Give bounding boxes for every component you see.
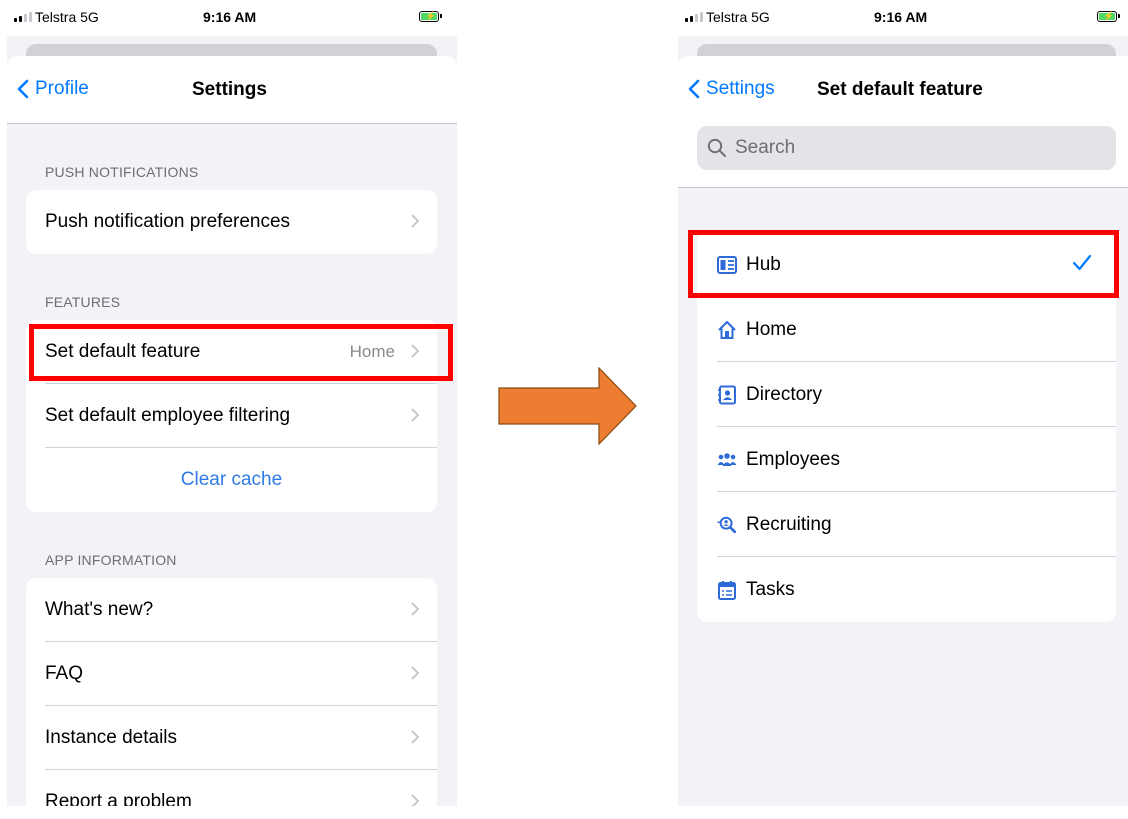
battery-icon: ⚡	[419, 11, 442, 22]
feature-label: Home	[746, 318, 797, 340]
default-feature-value: Home	[349, 342, 395, 361]
status-bar: Telstra 5G 9:16 AM ⚡	[7, 0, 457, 36]
feature-row-directory[interactable]: Directory	[697, 362, 1116, 427]
feature-row-tasks[interactable]: Tasks	[697, 557, 1116, 622]
back-button-label: Settings	[706, 78, 775, 99]
chevron-right-icon	[411, 794, 419, 806]
row-label: Push notification preferences	[45, 211, 291, 232]
tasks-icon	[717, 580, 737, 600]
push-notifications-group: Push notification preferences	[26, 190, 437, 254]
features-group: Set default feature Home Set default emp…	[26, 320, 437, 512]
set-default-feature-screen: Telstra 5G 9:16 AM ⚡ Settings Set defaul…	[678, 0, 1128, 806]
employees-icon	[717, 450, 737, 470]
chevron-right-icon	[411, 602, 419, 616]
chevron-right-icon	[411, 344, 419, 358]
set-default-feature-row[interactable]: Set default feature Home	[26, 320, 437, 384]
recruiting-icon	[717, 515, 737, 535]
feature-label: Recruiting	[746, 513, 832, 535]
feature-label: Directory	[746, 383, 823, 405]
row-label: Report a problem	[45, 791, 192, 806]
instance-details-row[interactable]: Instance details	[26, 706, 437, 770]
chevron-right-icon	[411, 730, 419, 744]
chevron-right-icon	[411, 214, 419, 228]
feature-list: Hub Home Directory Employees Recruiting …	[697, 232, 1116, 622]
faq-row[interactable]: FAQ	[26, 642, 437, 706]
directory-icon	[717, 385, 737, 405]
section-header-app-information: APP INFORMATION	[45, 552, 177, 568]
hub-icon	[717, 255, 737, 275]
search-icon	[707, 138, 726, 157]
status-time: 9:16 AM	[203, 9, 257, 25]
feature-row-home[interactable]: Home	[697, 297, 1116, 362]
search-field[interactable]: Search	[697, 126, 1116, 170]
section-header-features: FEATURES	[45, 294, 121, 310]
whats-new-row[interactable]: What's new?	[26, 578, 437, 642]
battery-icon: ⚡	[1097, 11, 1120, 22]
page-title: Set default feature	[817, 79, 983, 100]
signal-icon	[14, 12, 32, 22]
chevron-right-icon	[411, 666, 419, 680]
row-label: Set default feature	[45, 341, 201, 362]
feature-label: Employees	[746, 448, 840, 470]
feature-row-recruiting[interactable]: Recruiting	[697, 492, 1116, 557]
row-label: What's new?	[45, 599, 154, 620]
row-label: Instance details	[45, 727, 178, 748]
status-time: 9:16 AM	[874, 9, 928, 25]
back-button-label: Profile	[35, 78, 89, 99]
page-title: Settings	[192, 79, 267, 100]
feature-row-hub[interactable]: Hub	[697, 232, 1116, 297]
set-default-employee-filtering-row[interactable]: Set default employee filtering	[26, 384, 437, 448]
feature-label: Tasks	[746, 578, 795, 600]
search-placeholder: Search	[735, 137, 796, 158]
chevron-right-icon	[411, 408, 419, 422]
arrow-right-icon	[498, 367, 637, 445]
carrier-label: Telstra 5G	[35, 9, 99, 25]
app-information-group: What's new? FAQ Instance details Report …	[26, 578, 437, 806]
chevron-left-icon	[688, 79, 700, 99]
feature-row-employees[interactable]: Employees	[697, 427, 1116, 492]
back-button[interactable]: Settings	[688, 78, 775, 100]
row-label: FAQ	[45, 663, 84, 684]
section-header-push-notifications: PUSH NOTIFICATIONS	[45, 164, 199, 180]
carrier-label: Telstra 5G	[706, 9, 770, 25]
checkmark-icon	[1072, 254, 1092, 271]
row-label: Set default employee filtering	[45, 405, 291, 426]
navigation-bar: Profile Settings	[7, 56, 457, 124]
report-a-problem-row[interactable]: Report a problem	[26, 770, 437, 806]
clear-cache-button[interactable]: Clear cache	[26, 448, 437, 512]
chevron-left-icon	[17, 79, 29, 99]
back-button[interactable]: Profile	[17, 78, 89, 100]
push-notification-preferences-row[interactable]: Push notification preferences	[26, 190, 437, 254]
settings-screen: Telstra 5G 9:16 AM ⚡ Profile Settings PU…	[7, 0, 457, 806]
feature-label: Hub	[746, 253, 781, 275]
navigation-bar: Settings Set default feature Search	[678, 56, 1128, 188]
home-icon	[717, 320, 737, 340]
status-bar: Telstra 5G 9:16 AM ⚡	[678, 0, 1128, 36]
signal-icon	[685, 12, 703, 22]
